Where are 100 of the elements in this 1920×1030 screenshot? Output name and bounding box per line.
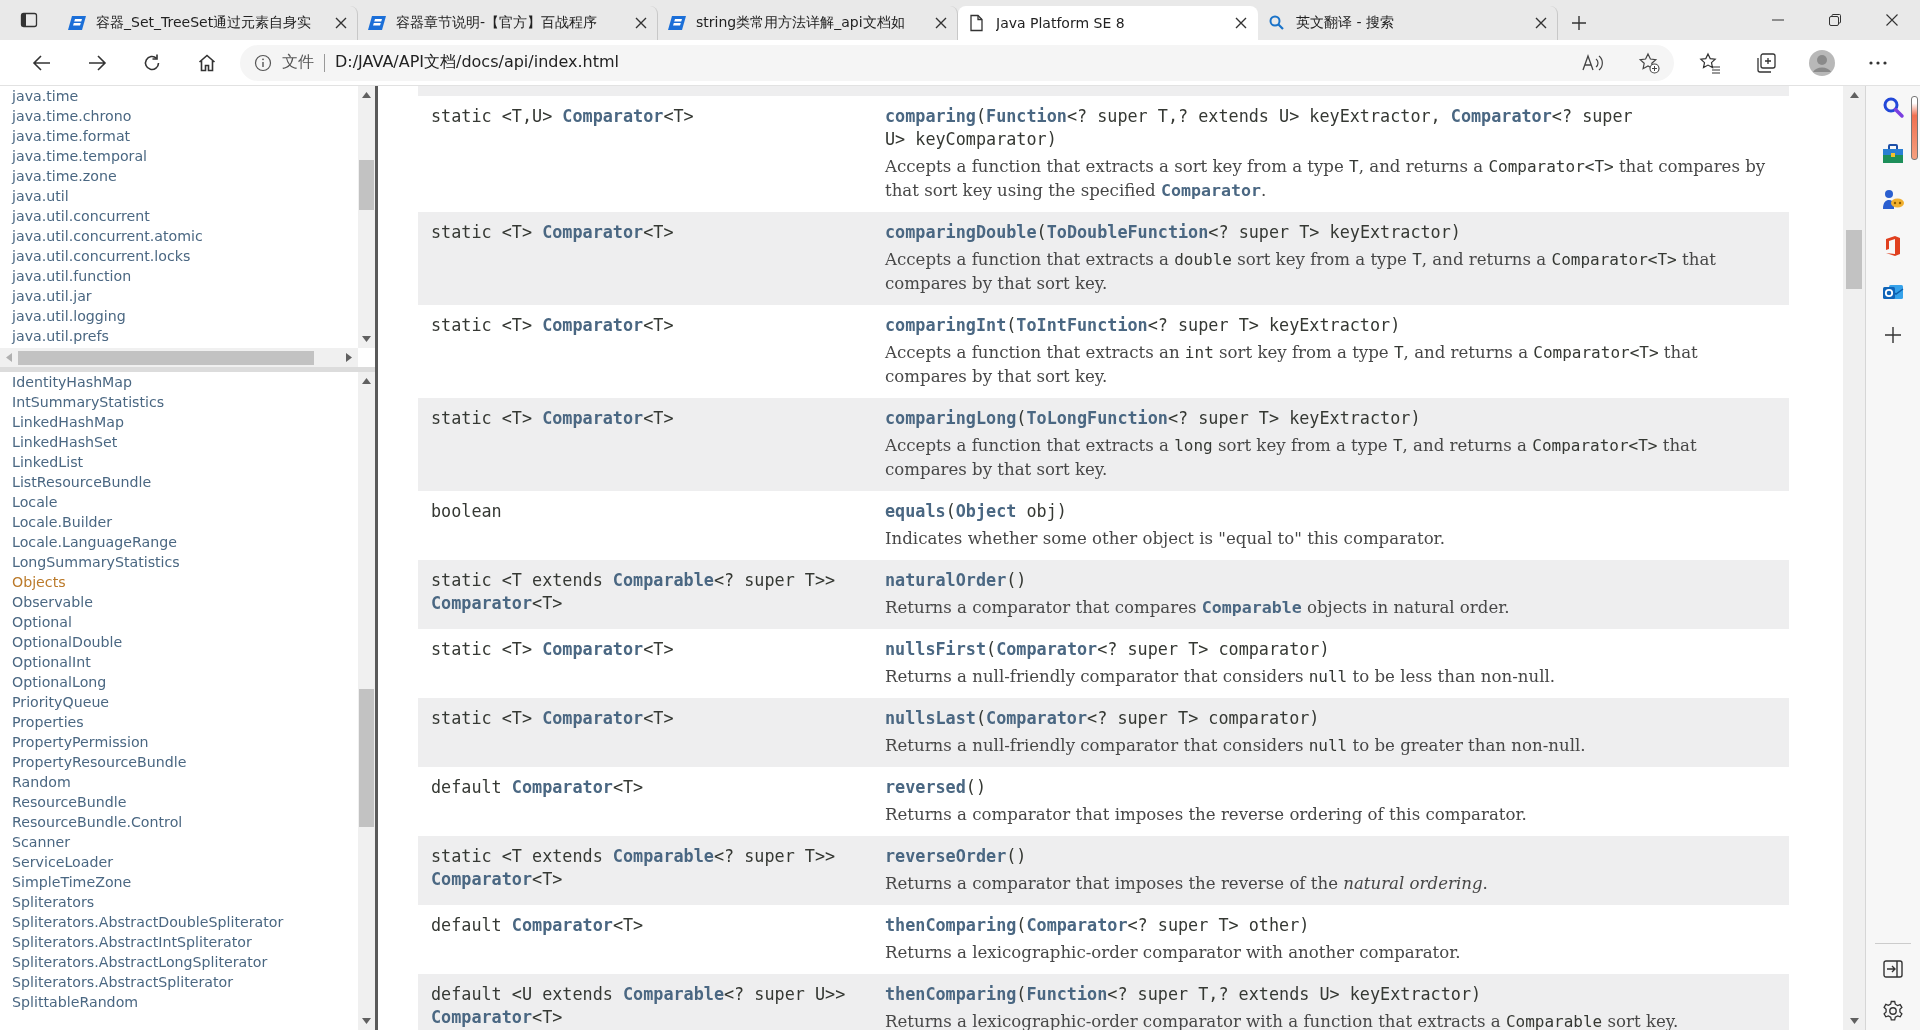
- scrollbar-thumb[interactable]: [1846, 230, 1862, 289]
- scroll-up-icon[interactable]: [362, 378, 371, 384]
- package-link[interactable]: java.util.concurrent: [12, 206, 150, 226]
- scrollbar-thumb[interactable]: [359, 689, 374, 827]
- class-link[interactable]: Spliterators.AbstractLongSpliterator: [12, 952, 268, 972]
- browser-tab[interactable]: Java Platform SE 8: [958, 6, 1258, 40]
- close-icon[interactable]: [1235, 17, 1247, 29]
- close-icon[interactable]: [935, 17, 947, 29]
- package-link[interactable]: java.time.chrono: [12, 106, 132, 126]
- horizontal-scrollbar[interactable]: [0, 348, 358, 367]
- type-link[interactable]: nullsLast: [885, 708, 976, 728]
- scroll-down-icon[interactable]: [1849, 1018, 1859, 1024]
- class-link[interactable]: Optional: [12, 612, 72, 632]
- class-link[interactable]: LinkedHashMap: [12, 412, 124, 432]
- read-aloud-icon[interactable]: [1582, 52, 1604, 73]
- close-icon[interactable]: [635, 17, 647, 29]
- type-link[interactable]: Comparator: [542, 315, 644, 335]
- package-link[interactable]: java.util.function: [12, 266, 132, 286]
- tab-actions-icon[interactable]: [20, 11, 38, 29]
- type-link[interactable]: comparing: [885, 106, 976, 126]
- type-link[interactable]: ToLongFunction: [1026, 408, 1168, 428]
- back-icon[interactable]: [31, 52, 52, 73]
- type-link[interactable]: Comparator: [986, 708, 1088, 728]
- package-link[interactable]: java.util: [12, 186, 69, 206]
- type-link[interactable]: Comparator: [431, 869, 533, 889]
- scrollbar-thumb[interactable]: [359, 160, 374, 210]
- type-link[interactable]: reversed: [885, 777, 966, 797]
- type-link[interactable]: Comparator: [562, 106, 664, 126]
- class-link[interactable]: OptionalLong: [12, 672, 107, 692]
- class-link[interactable]: LongSummaryStatistics: [12, 552, 180, 572]
- class-link[interactable]: PriorityQueue: [12, 692, 110, 712]
- class-link[interactable]: Spliterators.AbstractIntSpliterator: [12, 932, 252, 952]
- class-link[interactable]: Random: [12, 772, 71, 792]
- class-link[interactable]: PropertyResourceBundle: [12, 752, 187, 772]
- class-link[interactable]: SimpleTimeZone: [12, 872, 132, 892]
- close-icon[interactable]: [335, 17, 347, 29]
- type-link[interactable]: Comparator: [1026, 915, 1128, 935]
- package-link[interactable]: java.time: [12, 86, 79, 106]
- type-link[interactable]: ToDoubleFunction: [1046, 222, 1209, 242]
- class-link[interactable]: Spliterators.AbstractSpliterator: [12, 972, 234, 992]
- scroll-up-icon[interactable]: [362, 92, 371, 98]
- type-link[interactable]: Comparator: [511, 915, 613, 935]
- collections-icon[interactable]: [1755, 51, 1777, 74]
- close-icon[interactable]: [1885, 14, 1898, 26]
- type-link[interactable]: equals: [885, 501, 946, 521]
- settings-icon[interactable]: [1882, 1000, 1904, 1022]
- class-link[interactable]: ResourceBundle: [12, 792, 127, 812]
- type-link[interactable]: Comparable: [612, 570, 714, 590]
- package-link[interactable]: java.time.format: [12, 126, 131, 146]
- class-link[interactable]: Scanner: [12, 832, 71, 852]
- split-panel-icon[interactable]: [1883, 960, 1903, 978]
- class-link[interactable]: LinkedHashSet: [12, 432, 118, 452]
- type-link[interactable]: naturalOrder: [885, 570, 1007, 590]
- type-link[interactable]: ToIntFunction: [1016, 315, 1148, 335]
- scrollbar[interactable]: [1843, 86, 1865, 1030]
- type-link[interactable]: thenComparing: [885, 915, 1017, 935]
- type-link[interactable]: Comparator: [1161, 181, 1261, 200]
- games-icon[interactable]: [1881, 188, 1905, 212]
- class-link[interactable]: OptionalDouble: [12, 632, 123, 652]
- class-link[interactable]: ListResourceBundle: [12, 472, 152, 492]
- type-link[interactable]: comparingDouble: [885, 222, 1037, 242]
- class-link[interactable]: LinkedList: [12, 452, 84, 472]
- type-link[interactable]: Comparator: [542, 222, 644, 242]
- profile-avatar-icon[interactable]: [1808, 48, 1836, 77]
- favorites-icon[interactable]: [1699, 51, 1721, 74]
- class-link[interactable]: SplittableRandom: [12, 992, 139, 1012]
- more-icon[interactable]: [1868, 59, 1888, 66]
- type-link[interactable]: Comparator: [996, 639, 1098, 659]
- package-link[interactable]: java.time.zone: [12, 166, 117, 186]
- type-link[interactable]: Comparator: [511, 777, 613, 797]
- type-link[interactable]: reverseOrder: [885, 846, 1007, 866]
- close-icon[interactable]: [1535, 17, 1547, 29]
- scrollbar-thumb[interactable]: [18, 350, 314, 365]
- home-icon[interactable]: [196, 52, 217, 73]
- class-link[interactable]: Locale.Builder: [12, 512, 113, 532]
- type-link[interactable]: comparingLong: [885, 408, 1017, 428]
- address-bar[interactable]: 文件 D:/JAVA/API文档/docs/api/index.html: [240, 44, 1674, 81]
- type-link[interactable]: Comparator: [431, 593, 533, 613]
- package-link[interactable]: java.util.concurrent.atomic: [12, 226, 203, 246]
- toolbox-icon[interactable]: [1881, 142, 1905, 166]
- type-link[interactable]: Comparator: [431, 1007, 533, 1027]
- class-link[interactable]: Properties: [12, 712, 84, 732]
- type-link[interactable]: Comparable: [612, 846, 714, 866]
- class-link[interactable]: Locale: [12, 492, 58, 512]
- forward-icon[interactable]: [86, 52, 107, 73]
- class-link[interactable]: Locale.LanguageRange: [12, 532, 177, 552]
- restore-icon[interactable]: [1828, 14, 1841, 26]
- package-link[interactable]: java.time.temporal: [12, 146, 148, 166]
- package-link[interactable]: java.util.logging: [12, 306, 126, 326]
- info-icon[interactable]: [254, 53, 272, 72]
- type-link[interactable]: Object: [955, 501, 1017, 521]
- type-link[interactable]: Comparable: [1201, 598, 1302, 617]
- type-link[interactable]: Comparator: [1450, 106, 1552, 126]
- class-link[interactable]: ResourceBundle.Control: [12, 812, 183, 832]
- package-link[interactable]: java.util.jar: [12, 286, 92, 306]
- scroll-down-icon[interactable]: [362, 1018, 371, 1024]
- class-link[interactable]: IdentityHashMap: [12, 372, 133, 392]
- class-link[interactable]: ServiceLoader: [12, 852, 114, 872]
- class-link[interactable]: Spliterators.AbstractDoubleSpliterator: [12, 912, 284, 932]
- class-link[interactable]: Spliterators: [12, 892, 95, 912]
